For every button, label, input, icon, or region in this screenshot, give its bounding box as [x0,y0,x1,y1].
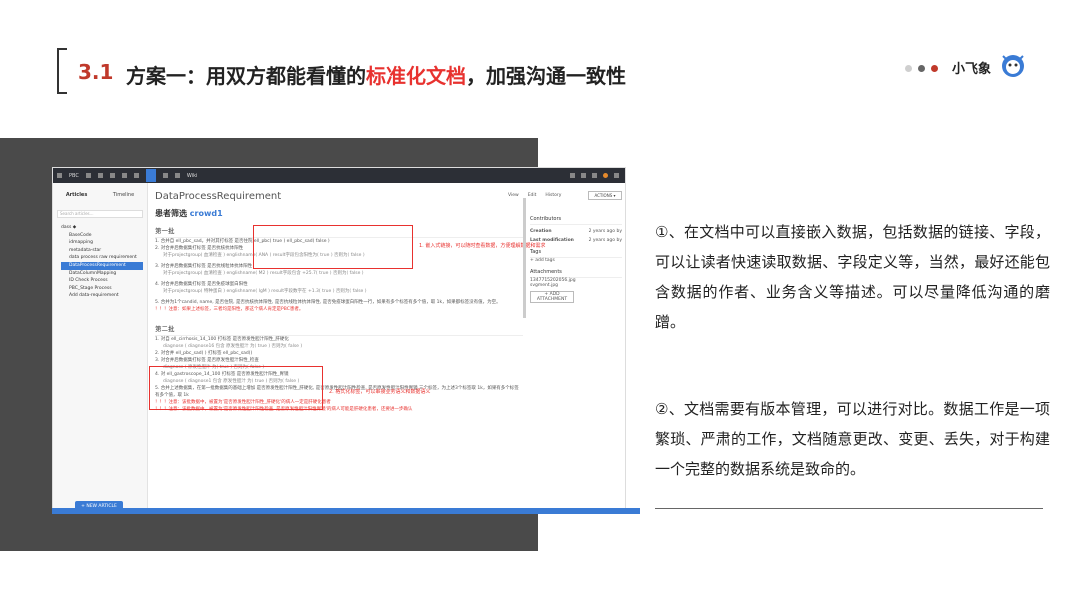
title-bracket [57,48,67,94]
lastmod-row: Last modification 2 years ago by [530,238,622,243]
decorative-dots [905,65,938,72]
tags-heading: Tags [530,249,622,258]
tab-view[interactable]: View [508,193,519,198]
req-line: 对于projectgroup( 特种蛋白 ) englishname( IgM … [163,289,367,294]
toolbar-icon-4[interactable] [121,173,127,178]
brand-name: 小飞象 [952,62,992,77]
req-line: 3. 对合并后数据集打标签 是否原发性胆汁阳性_检查 [155,358,259,363]
paragraph-1: ①、在文档中可以直接嵌入数据，包括数据的链接、字段，可以让读者快速读取数据、字段… [655,223,1050,331]
tree-item[interactable]: ID Check Process [61,277,147,285]
tree-item[interactable]: Add data-requirement [61,292,147,300]
batch2-heading: 第二批 [155,323,523,336]
screenshot-blue-strip [52,508,640,514]
add-tags-link[interactable]: + add tags [530,258,622,263]
tree-item[interactable]: data process raw requirement [61,254,147,262]
toolbar-icon-1[interactable] [85,173,91,178]
title-highlight: 标准化文档 [366,64,466,88]
app-label[interactable]: PBC [69,173,79,179]
attachment-item[interactable]: svgment.jpg [530,283,622,288]
add-attachment-button[interactable]: + ADD ATTACHMENT [530,291,574,303]
divider-line [655,508,1043,509]
user-avatar-icon[interactable] [603,173,608,178]
settings-icon[interactable] [614,173,619,178]
req-line: 对于projectgroup( 血清检查 ) englishname( M2 )… [163,271,364,276]
apps-icon[interactable] [581,173,586,178]
lastmod-label: Last modification [530,238,574,243]
toolbar-icon-3[interactable] [109,173,115,178]
app-toolbar: PBC Wiki [53,168,625,183]
dot-light [905,65,912,72]
meta-sidebar: Contributors Creation 2 years ago by Last… [530,210,622,303]
tree-item[interactable]: metadata-star [61,247,147,255]
annotation-box-1 [253,225,413,269]
toolbar-icon-5[interactable] [133,173,139,178]
wiki-active-icon[interactable] [145,169,156,182]
annotation-box-2 [149,366,323,410]
req-line: 2. 对合并 ell_pbc_sad( ) 打标签 ell_pbc_sad() [155,351,253,356]
section-number: 3.1 [78,60,114,84]
grid-icon[interactable] [570,173,575,178]
wiki-label[interactable]: Wiki [187,173,198,179]
tab-history[interactable]: History [545,193,561,198]
tab-articles[interactable]: Articles [66,192,87,198]
title-pre: 方案一：用双方都能看懂的 [126,64,366,88]
wiki-screenshot: PBC Wiki Articles Timeline Search articl… [52,167,626,511]
title-post: ，加强沟通一致性 [466,64,626,88]
annotation-note-1: 1. 嵌入式链接，可以随时查看数据，方便理解数据和需求 [419,243,546,249]
req-line: diagnose ( diagnose16 包含 原发性胆汁 为( true )… [163,344,303,349]
article-tree: dass ◆ BaseCode idmapping metadata-star … [53,224,147,300]
dot-red [931,65,938,72]
tree-item[interactable]: idmapping [61,239,147,247]
toolbar-right [570,173,625,178]
contributors-heading: Contributors [530,216,622,225]
req-line: 1. 对自 ell_cirrhosis_14_100 打标签 是否原发性胆汁阳性… [155,337,289,342]
tree-item[interactable]: PBC_Stage Process [61,285,147,293]
toolbar-icon-2[interactable] [97,173,103,178]
wiki-sidebar: Articles Timeline Search articles... das… [53,183,148,510]
app-logo-icon [57,173,62,178]
tree-item-selected[interactable]: DataProcessRequirement [61,261,143,270]
crowd-link[interactable]: crowd1 [190,209,223,218]
dot-mid [918,65,925,72]
content-heading: 患者筛选 crowd1 [155,208,523,219]
req-line: 5. 合并为1个candid, name, 是否住院, 是否抗核抗体阳性, 是否… [155,300,501,305]
article-search-input[interactable]: Search articles... [57,210,143,218]
actions-button[interactable]: ACTIONS ▾ [588,191,622,200]
creation-row: Creation 2 years ago by [530,229,622,234]
tab-timeline[interactable]: Timeline [113,192,134,198]
paragraph-2: ②、文档需要有版本管理，可以进行对比。数据工作是一项繁琐、严肃的工作，文档随意更… [655,400,1050,478]
warning-line: ！！！注意：如果上述标签，三者均是阳性，那这个病人肯定是PBC患者。 [155,307,304,312]
annotation-note-2: 2. 格式化标签，可以串接业务语义和数据语义 [329,389,431,395]
sidebar-tabs: Articles Timeline [53,183,147,198]
creation-label: Creation [530,229,552,234]
tree-item[interactable]: DataColumnMapping [61,270,147,278]
heading-prefix: 患者筛选 [155,209,187,218]
tree-item[interactable]: dass ◆ [61,224,147,232]
attachments-heading: Attachments [530,269,622,278]
page-tabs: View Edit History [508,193,561,198]
chart-icon[interactable] [592,173,597,178]
page-title: 方案一：用双方都能看懂的标准化文档，加强沟通一致性 [126,60,626,89]
toolbar-icon-7[interactable] [174,173,180,178]
toolbar-icon-6[interactable] [162,173,168,178]
lastmod-value: 2 years ago by [588,238,622,243]
req-line: 4. 对合并后数据集打标签 是否免疫球蛋白阳性 [155,282,248,287]
content-scrollbar[interactable] [523,198,526,318]
tree-item[interactable]: BaseCode [61,232,147,240]
creation-value: 2 years ago by [588,229,622,234]
elephant-logo-icon [1002,55,1024,77]
article-title: DataProcessRequirement [155,191,282,202]
tab-edit[interactable]: Edit [528,193,537,198]
